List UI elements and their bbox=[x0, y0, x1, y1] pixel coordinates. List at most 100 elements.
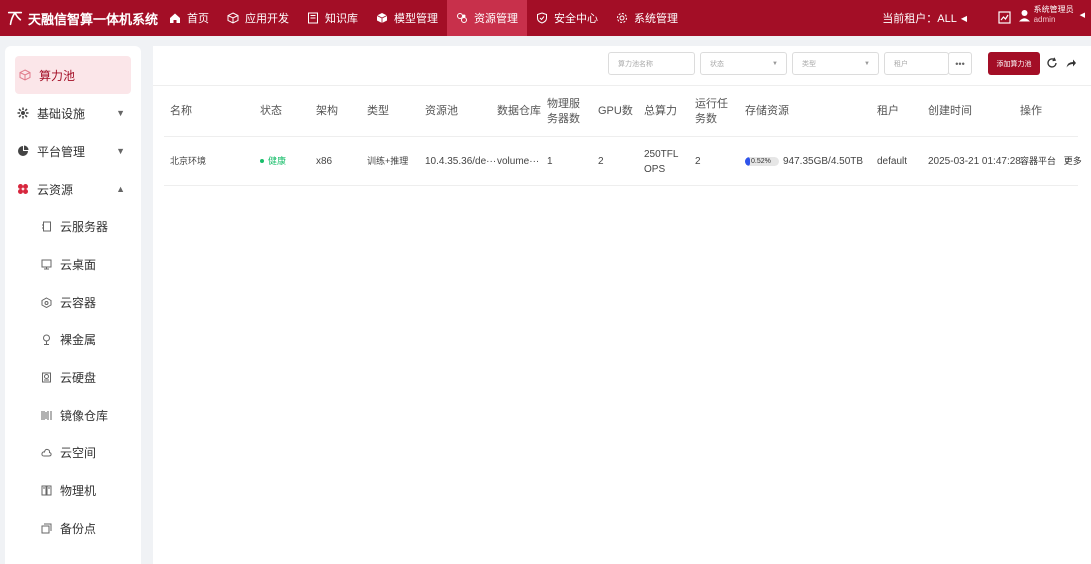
sidebar-subitem-image-repo[interactable]: 镜像仓库 bbox=[5, 396, 141, 434]
user-role: 系统管理员 bbox=[1033, 5, 1074, 14]
sidebar: 算力池 基础设施 ▼ 平台管理 ▼ 云资源 ▲ 云服务器 云桌面 云容器 裸金属… bbox=[5, 46, 141, 564]
cloud-resource-icon bbox=[18, 184, 28, 194]
chevron-down-icon: ▼ bbox=[772, 60, 778, 67]
chevron-up-icon: ▲ bbox=[116, 184, 125, 194]
caret-left-icon: ◀ bbox=[1079, 12, 1085, 19]
sidebar-subitem-backup[interactable]: 备份点 bbox=[5, 510, 141, 548]
sidebar-subitem-cloud-server[interactable]: 云服务器 bbox=[5, 208, 141, 246]
sidebar-item-label: 基础设施 bbox=[37, 106, 86, 121]
sidebar-subitem-label: 云桌面 bbox=[60, 258, 97, 273]
nav-label: 资源管理 bbox=[474, 13, 518, 25]
column-header-arch[interactable]: 架构 bbox=[316, 104, 338, 119]
more-filters-button[interactable]: ••• bbox=[948, 52, 972, 75]
cell-type: 训练+推理 bbox=[367, 156, 409, 166]
sidebar-subitem-bare-metal[interactable]: 裸金属 bbox=[5, 321, 141, 359]
nav-label: 应用开发 bbox=[245, 13, 289, 25]
column-header-name[interactable]: 名称 bbox=[170, 104, 192, 119]
column-header-type[interactable]: 类型 bbox=[367, 104, 389, 119]
table-row[interactable]: 北京环境 健康 x86 训练+推理 10.4.35.36/de··· volum… bbox=[164, 137, 1082, 186]
sidebar-item-label: 平台管理 bbox=[37, 144, 86, 159]
nav-security[interactable]: 安全中心 bbox=[527, 0, 607, 36]
status-badge: 健康 bbox=[268, 156, 287, 166]
cell-pool: 10.4.35.36/de··· bbox=[425, 156, 497, 167]
tenant-selector[interactable]: 当前租户：ALL ◀ bbox=[882, 0, 967, 36]
column-header-servers[interactable]: 物理服务器数 bbox=[547, 97, 589, 127]
user-icon bbox=[1018, 9, 1030, 21]
share-icon[interactable] bbox=[1065, 57, 1077, 69]
sidebar-subitem-cloud-container[interactable]: 云容器 bbox=[5, 283, 141, 321]
disk-icon bbox=[42, 372, 51, 383]
sidebar-subitem-label: 物理机 bbox=[60, 484, 97, 499]
cell-status: 健康 bbox=[260, 154, 286, 169]
gear-icon bbox=[617, 13, 627, 23]
column-header-storage[interactable]: 存储资源 bbox=[745, 104, 789, 119]
container-platform-link[interactable]: 容器平台 bbox=[1020, 156, 1056, 166]
tenant-input[interactable]: 租户 bbox=[884, 52, 949, 75]
sidebar-item-infrastructure[interactable]: 基础设施 ▼ bbox=[5, 94, 141, 132]
storage-percent: 0.52% bbox=[751, 158, 771, 165]
nav-model[interactable]: 模型管理 bbox=[367, 0, 447, 36]
server-icon bbox=[42, 221, 51, 232]
select-placeholder: 状态 bbox=[710, 60, 724, 68]
storage-value: 947.35GB/4.50TB bbox=[783, 156, 864, 167]
status-select[interactable]: 状态 ▼ bbox=[700, 52, 787, 75]
sidebar-subitem-label: 云容器 bbox=[60, 295, 97, 310]
nav-label: 系统管理 bbox=[634, 13, 678, 25]
column-header-status[interactable]: 状态 bbox=[260, 104, 282, 119]
sidebar-item-compute-pool[interactable]: 算力池 bbox=[15, 56, 131, 94]
sidebar-subitem-physical-machine[interactable]: 物理机 bbox=[5, 472, 141, 510]
chart-icon[interactable] bbox=[998, 11, 1011, 24]
column-header-tasks[interactable]: 运行任务数 bbox=[695, 97, 733, 127]
table-header: 名称 状态 架构 类型 资源池 数据仓库 物理服务器数 GPU数 总算力 运行任… bbox=[164, 86, 1078, 137]
nav-app-dev[interactable]: 应用开发 bbox=[218, 0, 298, 36]
sidebar-subitem-label: 云硬盘 bbox=[60, 371, 97, 386]
input-placeholder: 算力池名称 bbox=[618, 60, 653, 68]
caret-left-icon: ◀ bbox=[960, 13, 967, 23]
brand[interactable]: 天融信智算一体机系统 bbox=[0, 0, 160, 36]
shield-icon bbox=[537, 12, 547, 24]
refresh-icon[interactable] bbox=[1046, 57, 1058, 69]
column-header-gpu[interactable]: GPU数 bbox=[598, 104, 633, 119]
nav-resource[interactable]: 资源管理 bbox=[447, 0, 527, 36]
sidebar-subitem-label: 云服务器 bbox=[60, 220, 109, 235]
sidebar-item-cloud-resource[interactable]: 云资源 ▲ bbox=[5, 170, 141, 208]
status-dot bbox=[260, 159, 264, 164]
sidebar-item-label: 算力池 bbox=[39, 68, 76, 83]
user-menu[interactable]: 系统管理员 admin ◀ bbox=[1018, 5, 1085, 25]
column-header-ops[interactable]: 操作 bbox=[1020, 104, 1042, 119]
add-compute-pool-button[interactable]: 添加算力池 bbox=[988, 52, 1040, 75]
sidebar-subitem-cloud-desktop[interactable]: 云桌面 bbox=[5, 246, 141, 284]
sidebar-subitem-cloud-space[interactable]: 云空间 bbox=[5, 434, 141, 472]
cell-name[interactable]: 北京环境 bbox=[170, 154, 206, 169]
nav-label: 安全中心 bbox=[554, 13, 598, 25]
more-actions-link[interactable]: 更多 bbox=[1064, 156, 1082, 166]
resource-icon bbox=[457, 13, 467, 23]
logo-icon bbox=[7, 11, 23, 26]
cell-ops: 容器平台 更多 bbox=[1020, 154, 1082, 169]
column-header-created[interactable]: 创建时间 bbox=[928, 104, 972, 119]
nav-home[interactable]: 首页 bbox=[160, 0, 218, 36]
input-placeholder: 租户 bbox=[894, 60, 908, 68]
infrastructure-icon bbox=[17, 107, 29, 119]
column-header-pool[interactable]: 资源池 bbox=[425, 104, 458, 119]
type-select[interactable]: 类型 ▼ bbox=[792, 52, 879, 75]
chevron-down-icon: ▼ bbox=[116, 146, 125, 156]
select-placeholder: 类型 bbox=[802, 60, 816, 68]
user-name: admin bbox=[1033, 15, 1056, 24]
nav-knowledge[interactable]: 知识库 bbox=[298, 0, 367, 36]
column-header-datastore[interactable]: 数据仓库 bbox=[497, 104, 541, 119]
top-nav-bar: 天融信智算一体机系统 首页 应用开发 知识库 模型管理 资源管理 安全中心 系统… bbox=[0, 0, 1091, 36]
storage-progress-bar: 0.52% bbox=[745, 157, 779, 166]
sidebar-subitem-cloud-disk[interactable]: 云硬盘 bbox=[5, 359, 141, 397]
pool-name-input[interactable]: 算力池名称 bbox=[608, 52, 695, 75]
column-header-compute[interactable]: 总算力 bbox=[644, 104, 677, 119]
column-header-tenant[interactable]: 租户 bbox=[877, 104, 899, 119]
sidebar-subitem-label: 镜像仓库 bbox=[60, 408, 109, 423]
sidebar-item-platform[interactable]: 平台管理 ▼ bbox=[5, 132, 141, 170]
cell-datastore: volume··· bbox=[497, 156, 540, 167]
nav-system[interactable]: 系统管理 bbox=[607, 0, 687, 36]
cell-servers: 1 bbox=[547, 156, 553, 167]
cell-created: 2025-03-21 01:47:28 bbox=[928, 156, 1021, 167]
cell-tenant: default bbox=[877, 156, 908, 167]
backup-icon bbox=[41, 523, 52, 534]
